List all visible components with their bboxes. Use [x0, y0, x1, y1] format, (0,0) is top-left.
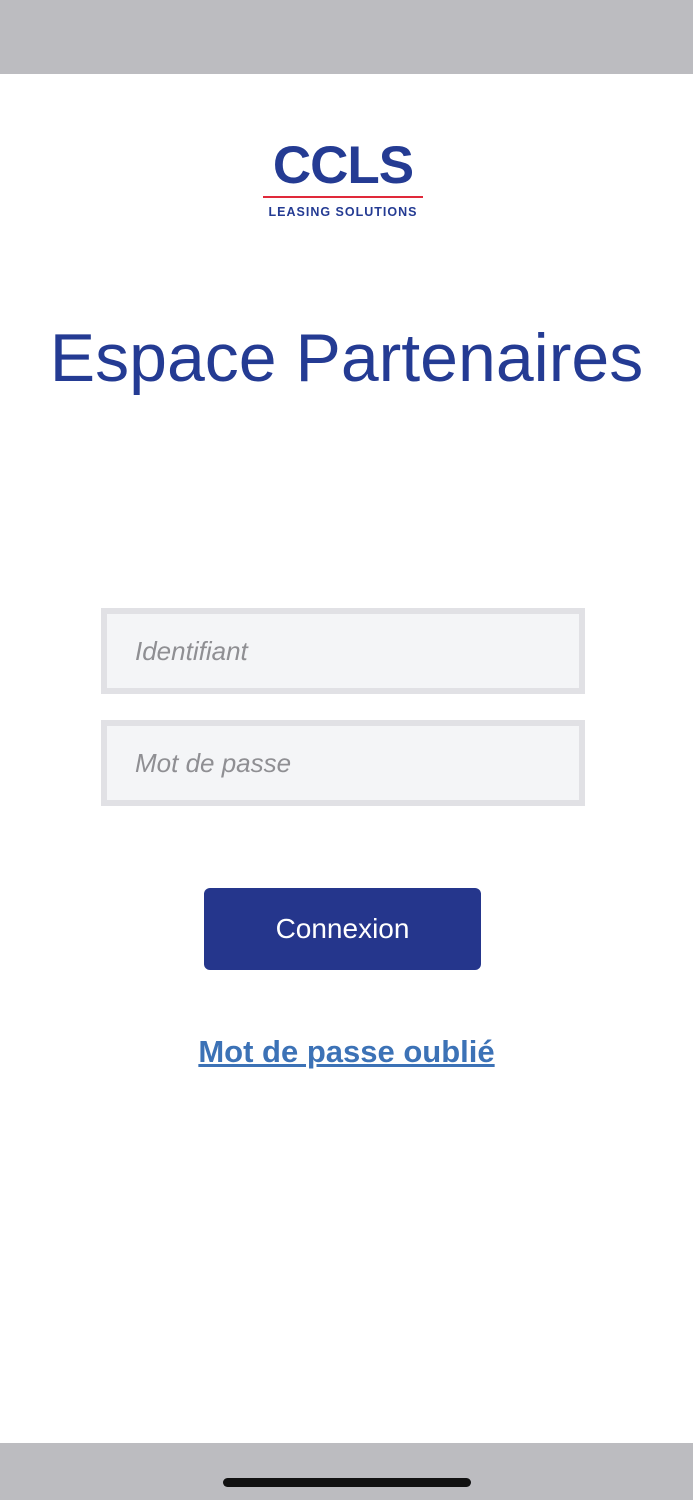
page-title: Espace Partenaires [49, 320, 644, 396]
logo-red-rule [263, 196, 423, 198]
password-input[interactable] [101, 720, 585, 806]
login-button[interactable]: Connexion [204, 888, 481, 970]
username-input[interactable] [101, 608, 585, 694]
forgot-password-link[interactable]: Mot de passe oublié [0, 1032, 693, 1072]
ccls-logo: CCLS LEASING SOLUTIONS [262, 136, 424, 224]
bottom-bar [0, 1443, 693, 1500]
status-bar [0, 0, 693, 74]
home-indicator[interactable] [223, 1478, 471, 1487]
logo-tagline: LEASING SOLUTIONS [268, 205, 418, 219]
logo-wordmark: CCLS [272, 136, 414, 195]
